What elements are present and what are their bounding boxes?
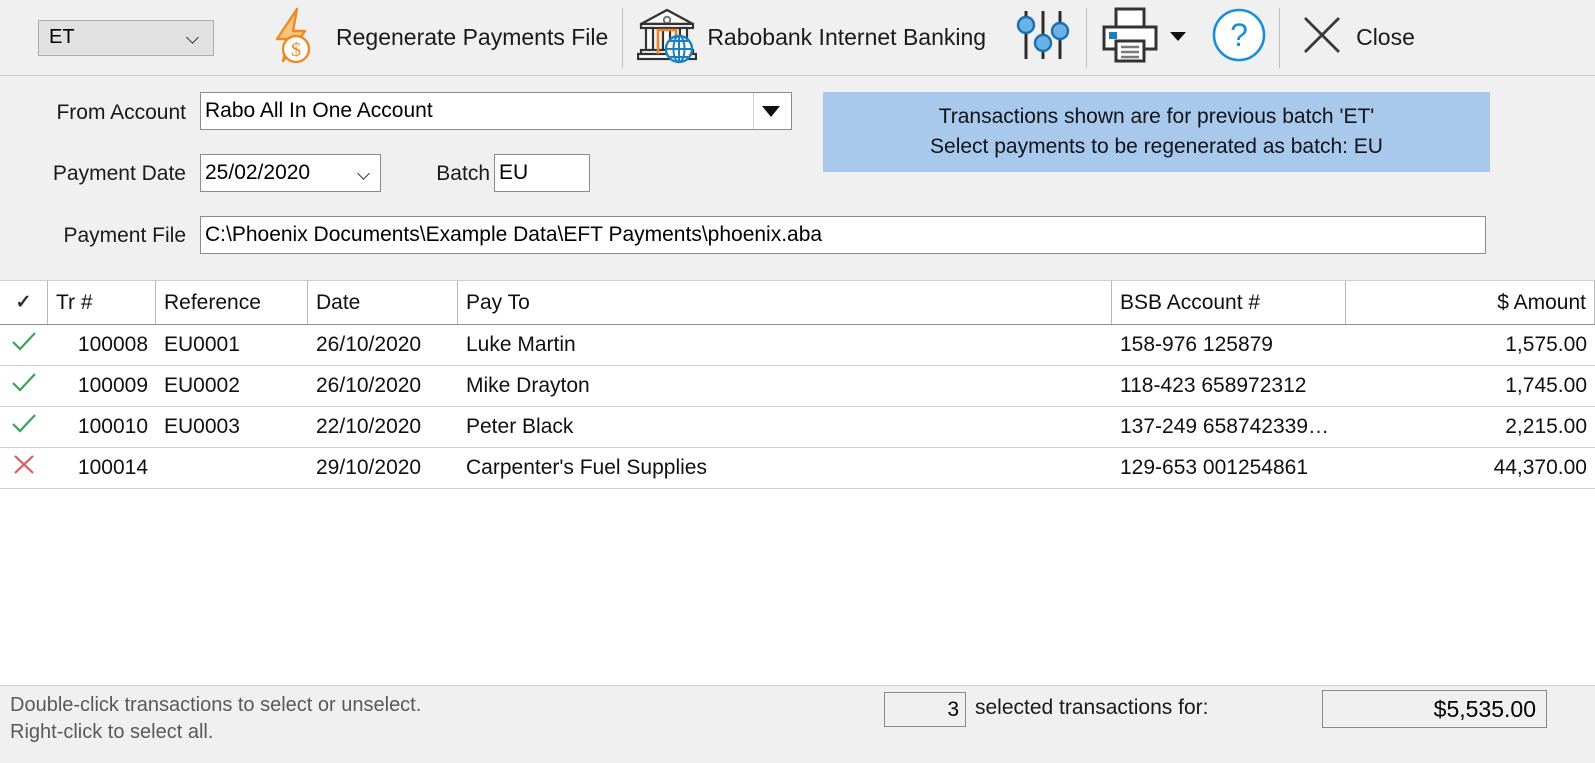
cell-amount: 1,745.00	[1505, 374, 1587, 397]
cell-bsb-account: 137-249 658742339…	[1120, 415, 1330, 438]
cell-reference	[156, 448, 308, 488]
print-button[interactable]	[1087, 0, 1199, 76]
batch-input[interactable]: EU	[494, 154, 590, 192]
chevron-down-icon	[187, 33, 201, 42]
batch-select[interactable]: ET	[38, 19, 214, 56]
payment-date-label: Payment Date	[52, 162, 186, 185]
cell-bsb-account: 118-423 658972312	[1120, 374, 1307, 397]
eft-payments-window: ET $ Regenerate Payments File Rabobank I…	[0, 0, 1595, 763]
check-icon	[10, 370, 38, 402]
usage-hint: Double-click transactions to select or u…	[10, 692, 421, 746]
selected-count-field[interactable]: 3	[884, 692, 966, 727]
grid-body: 100008 EU0001 26/10/2020 Luke Martin 158-976…	[0, 325, 1595, 489]
column-header-date[interactable]: Date	[308, 281, 458, 324]
svg-text:$: $	[291, 39, 301, 61]
check-icon	[10, 411, 38, 443]
selected-transactions-label: selected transactions for:	[975, 696, 1209, 719]
table-row[interactable]: 100014 29/10/2020 Carpenter's Fuel Supplie…	[0, 448, 1595, 489]
caret-down-icon[interactable]	[1169, 29, 1187, 47]
payment-date-input[interactable]: 25/02/2020	[200, 154, 381, 192]
lightning-dollar-icon: $	[264, 4, 326, 72]
help-button[interactable]: ?	[1199, 0, 1279, 76]
cell-amount: 2,215.00	[1505, 415, 1587, 438]
cell-pay-to: Carpenter's Fuel Supplies	[466, 456, 707, 479]
row-select-icon-cell[interactable]	[0, 366, 48, 406]
rabobank-internet-banking-button[interactable]: Rabobank Internet Banking	[623, 0, 1000, 76]
cell-tr-number: 100014	[77, 456, 148, 479]
cell-reference: EU0002	[164, 374, 240, 397]
column-header-amount[interactable]: $ Amount	[1346, 281, 1595, 324]
cell-bsb-account: 129-653 001254861	[1120, 456, 1309, 479]
transactions-grid: ✓ Tr # Reference Date Pay To BSB Account…	[0, 280, 1595, 686]
bank-globe-icon	[637, 6, 698, 70]
printer-icon	[1099, 7, 1161, 68]
from-account-value: Rabo All In One Account	[205, 99, 433, 122]
cell-reference: EU0001	[164, 333, 240, 356]
batch-label: Batch	[436, 162, 490, 185]
cell-amount: 1,575.00	[1505, 333, 1587, 356]
column-header-tr-number[interactable]: Tr #	[48, 281, 156, 324]
cross-icon	[10, 452, 38, 484]
batch-select-value: ET	[49, 26, 75, 48]
cell-tr-number: 100009	[77, 374, 148, 397]
toolbar: ET $ Regenerate Payments File Rabobank I…	[0, 0, 1595, 76]
table-row[interactable]: 100009 EU0002 26/10/2020 Mike Drayton 118-42…	[0, 366, 1595, 407]
sliders-icon	[1012, 5, 1074, 70]
total-amount-value: $5,535.00	[1433, 695, 1536, 722]
row-select-icon-cell[interactable]	[0, 448, 48, 488]
batch-value: EU	[499, 161, 529, 184]
from-account-label: From Account	[56, 101, 186, 124]
cell-date: 22/10/2020	[316, 415, 422, 438]
column-header-pay-to[interactable]: Pay To	[458, 281, 1112, 324]
svg-text:?: ?	[1230, 17, 1248, 53]
check-icon	[10, 329, 38, 361]
cell-date: 26/10/2020	[316, 333, 422, 356]
cell-bsb-account: 158-976 125879	[1120, 333, 1273, 356]
info-banner-line1: Transactions shown are for previous batc…	[938, 105, 1375, 129]
cell-pay-to: Peter Black	[466, 415, 574, 438]
cell-reference: EU0003	[164, 415, 240, 438]
payment-file-label: Payment File	[63, 224, 186, 247]
close-button[interactable]: Close	[1280, 0, 1429, 76]
info-banner-line2: Select payments to be regenerated as bat…	[930, 135, 1383, 158]
regenerate-payments-file-button[interactable]: $ Regenerate Payments File	[250, 0, 622, 76]
payment-date-value: 25/02/2020	[205, 161, 311, 184]
payment-file-input[interactable]: C:\Phoenix Documents\Example Data\EFT Pa…	[200, 216, 1486, 254]
info-banner: Transactions shown are for previous batc…	[823, 92, 1490, 172]
table-row[interactable]: 100008 EU0001 26/10/2020 Luke Martin 158-976…	[0, 325, 1595, 366]
row-select-icon-cell[interactable]	[0, 325, 48, 365]
regenerate-payments-file-label: Regenerate Payments File	[336, 24, 609, 50]
usage-hint-line1: Double-click transactions to select or u…	[10, 694, 422, 716]
close-x-icon	[1298, 11, 1346, 65]
dropdown-arrow-icon[interactable]	[753, 93, 787, 129]
cell-tr-number: 100008	[77, 333, 148, 356]
cell-date: 26/10/2020	[316, 374, 422, 397]
cell-amount: 44,370.00	[1493, 456, 1587, 479]
column-header-bsb-account[interactable]: BSB Account #	[1112, 281, 1346, 324]
cell-date: 29/10/2020	[316, 456, 422, 479]
column-header-selected[interactable]: ✓	[0, 281, 48, 324]
close-label: Close	[1356, 24, 1415, 50]
calendar-chevron-icon[interactable]	[358, 169, 372, 178]
cell-tr-number: 100010	[77, 415, 148, 438]
payment-file-value: C:\Phoenix Documents\Example Data\EFT Pa…	[205, 223, 823, 246]
usage-hint-line2: Right-click to select all.	[10, 721, 214, 743]
row-select-icon-cell[interactable]	[0, 407, 48, 447]
question-circle-icon: ?	[1211, 7, 1267, 68]
table-row[interactable]: 100010 EU0003 22/10/2020 Peter Black 137-249…	[0, 407, 1595, 448]
rabobank-internet-banking-label: Rabobank Internet Banking	[707, 24, 987, 50]
selected-count-value: 3	[947, 697, 959, 721]
total-amount-field: $5,535.00	[1322, 690, 1547, 728]
form-area: From Account Rabo All In One Account Pay…	[0, 76, 1595, 280]
check-icon: ✓	[15, 292, 32, 313]
cell-pay-to: Luke Martin	[466, 333, 576, 356]
from-account-select[interactable]: Rabo All In One Account	[200, 92, 792, 130]
cell-pay-to: Mike Drayton	[466, 374, 590, 397]
column-header-reference[interactable]: Reference	[156, 281, 308, 324]
grid-header-row: ✓ Tr # Reference Date Pay To BSB Account…	[0, 281, 1595, 325]
settings-button[interactable]	[1000, 0, 1086, 76]
